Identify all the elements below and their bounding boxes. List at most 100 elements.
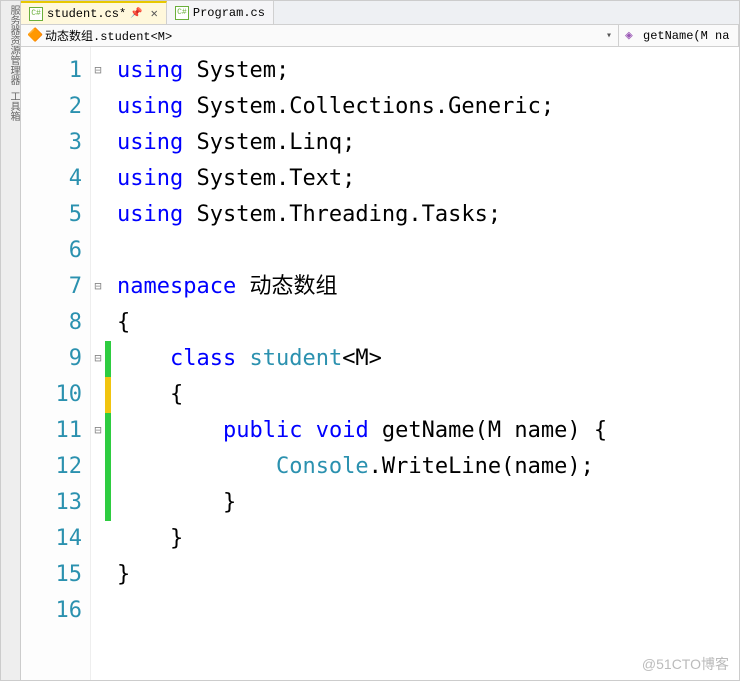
fold-empty xyxy=(91,197,105,233)
fold-empty xyxy=(91,161,105,197)
class-icon: 🔶 xyxy=(27,29,41,43)
navbar: 🔶 动态数组.student<M> ▾ ◈ getName(M na xyxy=(21,25,739,47)
main: C# student.cs* 📌 ✕ C# Program.cs 🔶 动态数组.… xyxy=(21,1,739,680)
token-kw: public xyxy=(223,418,302,443)
line-number: 10 xyxy=(21,377,82,413)
code-line[interactable]: } xyxy=(117,557,739,593)
line-number: 3 xyxy=(21,125,82,161)
code-line[interactable]: using System.Text; xyxy=(117,161,739,197)
token-plain: System.Text; xyxy=(183,166,355,191)
chevron-down-icon: ▾ xyxy=(606,30,612,42)
code-area[interactable]: using System;using System.Collections.Ge… xyxy=(111,47,739,680)
cs-file-icon: C# xyxy=(29,7,43,21)
line-number-gutter: 12345678910111213141516 xyxy=(21,47,91,680)
line-number: 16 xyxy=(21,593,82,629)
line-number: 11 xyxy=(21,413,82,449)
token-kw: using xyxy=(117,166,183,191)
token-plain: getName(M name) { xyxy=(369,418,607,443)
token-plain xyxy=(302,418,315,443)
token-kw: using xyxy=(117,130,183,155)
code-line[interactable]: using System.Threading.Tasks; xyxy=(117,197,739,233)
fold-empty xyxy=(91,233,105,269)
fold-toggle-icon[interactable]: ⊟ xyxy=(91,413,105,449)
fold-empty xyxy=(91,125,105,161)
fold-empty xyxy=(91,485,105,521)
fold-empty xyxy=(91,305,105,341)
line-number: 12 xyxy=(21,449,82,485)
cs-file-icon: C# xyxy=(175,6,189,20)
token-plain: <M> xyxy=(342,346,382,371)
token-plain xyxy=(117,454,276,479)
code-line[interactable]: using System.Collections.Generic; xyxy=(117,89,739,125)
editor[interactable]: 12345678910111213141516 ⊟⊟⊟⊟ using Syste… xyxy=(21,47,739,680)
line-number: 13 xyxy=(21,485,82,521)
token-plain: { xyxy=(117,310,130,335)
line-number: 4 xyxy=(21,161,82,197)
fold-empty xyxy=(91,593,105,629)
pin-icon[interactable]: 📌 xyxy=(130,8,142,20)
line-number: 14 xyxy=(21,521,82,557)
token-plain xyxy=(117,418,223,443)
fold-empty xyxy=(91,521,105,557)
code-line[interactable]: } xyxy=(117,485,739,521)
fold-toggle-icon[interactable]: ⊟ xyxy=(91,269,105,305)
line-number: 6 xyxy=(21,233,82,269)
fold-empty xyxy=(91,377,105,413)
code-line[interactable]: } xyxy=(117,521,739,557)
code-line[interactable]: class student<M> xyxy=(117,341,739,377)
close-icon[interactable]: ✕ xyxy=(151,6,158,21)
line-number: 7 xyxy=(21,269,82,305)
code-line[interactable]: Console.WriteLine(name); xyxy=(117,449,739,485)
token-kw: using xyxy=(117,58,183,83)
token-plain: } xyxy=(117,562,130,587)
tab-student[interactable]: C# student.cs* 📌 ✕ xyxy=(21,1,167,24)
method-icon: ◈ xyxy=(625,29,639,43)
code-line[interactable]: namespace 动态数组 xyxy=(117,269,739,305)
token-plain: } xyxy=(117,526,183,551)
token-kw: using xyxy=(117,94,183,119)
code-line[interactable]: public void getName(M name) { xyxy=(117,413,739,449)
tab-label: student.cs* xyxy=(47,7,126,21)
token-plain: .WriteLine(name); xyxy=(369,454,594,479)
nav-member-label: getName(M na xyxy=(643,29,729,43)
code-line[interactable] xyxy=(117,593,739,629)
token-kw: void xyxy=(316,418,369,443)
token-plain: System.Threading.Tasks; xyxy=(183,202,501,227)
watermark: @51CTO博客 xyxy=(642,654,729,674)
fold-toggle-icon[interactable]: ⊟ xyxy=(91,53,105,89)
token-plain: System.Collections.Generic; xyxy=(183,94,554,119)
fold-column[interactable]: ⊟ ⊟ ⊟ ⊟ xyxy=(91,47,105,680)
code-line[interactable] xyxy=(117,233,739,269)
nav-member-dropdown[interactable]: ◈ getName(M na xyxy=(619,25,739,46)
token-plain xyxy=(236,346,249,371)
token-plain: { xyxy=(117,382,183,407)
code-line[interactable]: using System; xyxy=(117,53,739,89)
fold-empty xyxy=(91,557,105,593)
line-number: 2 xyxy=(21,89,82,125)
code-line[interactable]: using System.Linq; xyxy=(117,125,739,161)
token-plain: System.Linq; xyxy=(183,130,355,155)
tab-program[interactable]: C# Program.cs xyxy=(167,1,274,24)
token-plain xyxy=(117,346,170,371)
token-plain: System; xyxy=(183,58,289,83)
line-number: 15 xyxy=(21,557,82,593)
fold-toggle-icon[interactable]: ⊟ xyxy=(91,341,105,377)
token-type: student xyxy=(249,346,342,371)
code-line[interactable]: { xyxy=(117,305,739,341)
token-plain: } xyxy=(117,490,236,515)
nav-class-dropdown[interactable]: 🔶 动态数组.student<M> ▾ xyxy=(21,25,619,46)
token-type: Console xyxy=(276,454,369,479)
token-kw: using xyxy=(117,202,183,227)
side-panel[interactable]: 服务器资源管理器 工具箱 xyxy=(1,1,21,680)
line-number: 8 xyxy=(21,305,82,341)
code-line[interactable]: { xyxy=(117,377,739,413)
token-kw: namespace xyxy=(117,274,236,299)
tab-label: Program.cs xyxy=(193,6,265,20)
line-number: 5 xyxy=(21,197,82,233)
tabstrip: C# student.cs* 📌 ✕ C# Program.cs xyxy=(21,1,739,25)
line-number: 9 xyxy=(21,341,82,377)
token-kw: class xyxy=(170,346,236,371)
token-plain: 动态数组 xyxy=(236,274,337,299)
fold-empty xyxy=(91,449,105,485)
line-number: 1 xyxy=(21,53,82,89)
